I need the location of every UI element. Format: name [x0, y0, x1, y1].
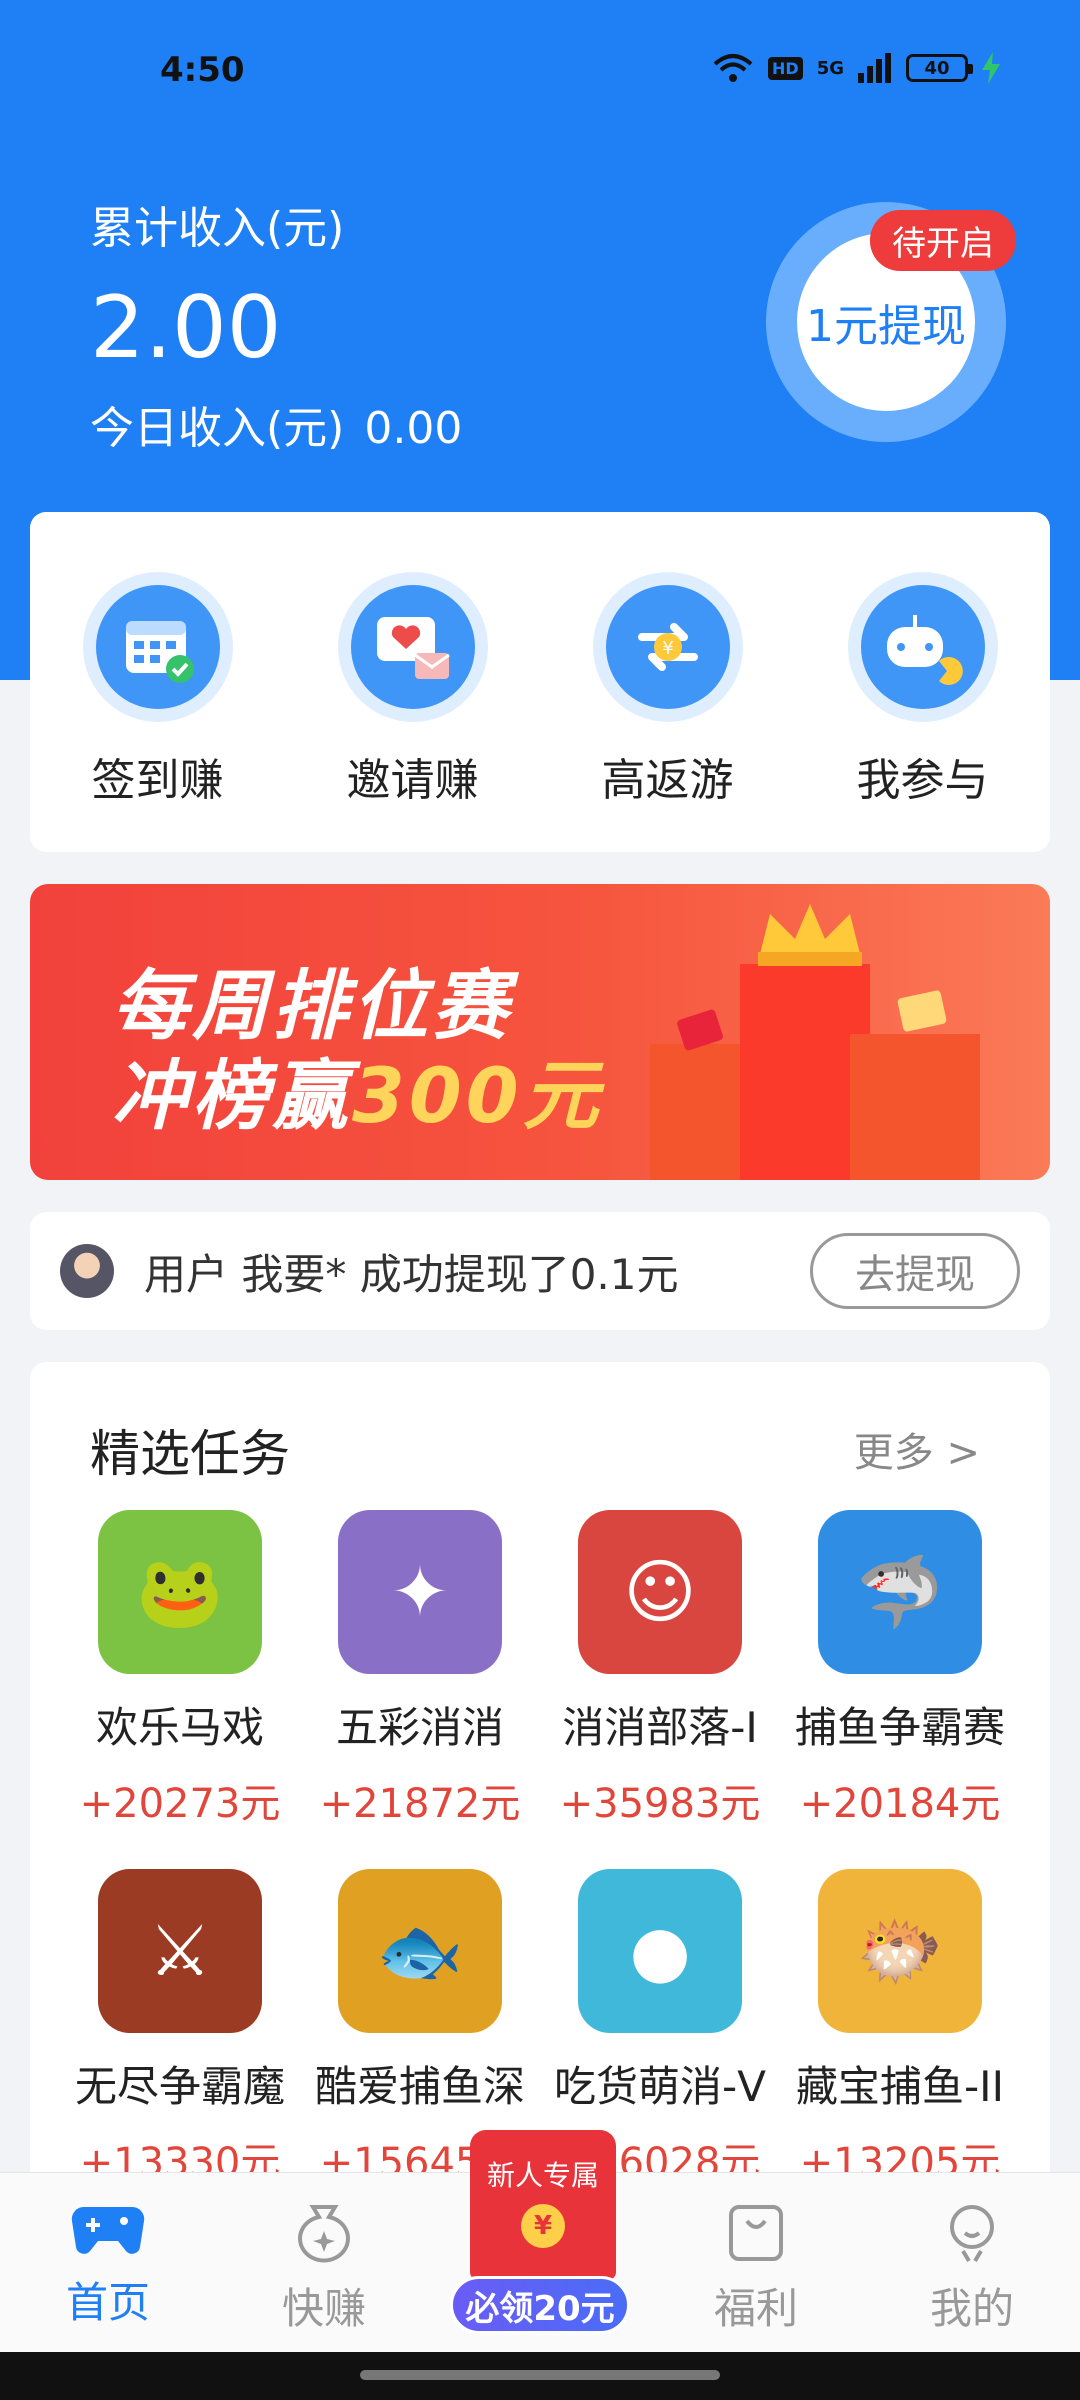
go-withdraw-button[interactable]: 去提现 [810, 1233, 1020, 1309]
section-title: 精选任务 [90, 1425, 290, 1483]
podium-crown-icon [650, 904, 980, 1180]
task-name: 酷爱捕鱼深 [314, 2062, 525, 2111]
nav-quick-earn[interactable]: 快赚 [244, 2199, 404, 2336]
task-reward: +21872元 [319, 1781, 521, 1827]
quick-action-participated[interactable]: 我参与 [823, 572, 1023, 852]
task-item[interactable]: 🐸 欢乐马戏 +20273元 [60, 1510, 300, 1829]
task-name: 捕鱼争霸赛 [794, 1703, 1005, 1752]
task-reward: +35983元 [559, 1781, 761, 1827]
game-robot-icon [847, 572, 998, 722]
avatar [60, 1244, 114, 1298]
nav-home[interactable]: 首页 [28, 2199, 188, 2330]
total-income-value: 2.00 [90, 278, 282, 378]
frog-game-icon: 🐸 [98, 1510, 262, 1674]
task-item[interactable]: ⚔ 无尽争霸魔 +13330元 [60, 1869, 300, 2188]
today-income-value: 0.00 [364, 403, 463, 454]
exchange-yuan-icon: ¥ [592, 572, 743, 722]
quick-action-label: 我参与 [856, 755, 989, 806]
task-item[interactable]: ☺ 消消部落-I +35983元 [540, 1510, 780, 1829]
more-link[interactable]: 更多 > [854, 1420, 980, 1478]
quick-action-invite[interactable]: 邀请赚 [313, 572, 513, 852]
task-reward: +20273元 [79, 1781, 281, 1827]
task-item[interactable]: 🦈 捕鱼争霸赛 +20184元 [780, 1510, 1020, 1829]
nav-label: 我的 [929, 2284, 1014, 2333]
task-name: 消消部落-I [562, 1703, 758, 1752]
treasure-fish-game-icon: 🐡 [818, 1869, 982, 2033]
quick-action-high-return[interactable]: ¥ 高返游 [568, 572, 768, 852]
calendar-check-icon [82, 572, 233, 722]
featured-tasks-card: 精选任务 更多 > 🐸 欢乐马戏 +20273元 ✦ 五彩消消 +21872元 … [30, 1362, 1050, 2262]
money-bag-icon [298, 2205, 350, 2263]
quick-actions-card: 签到赚 邀请赚 ¥ 高返游 我参与 [30, 512, 1050, 852]
shark-game-icon: 🦈 [818, 1510, 982, 1674]
task-item[interactable]: 🐡 藏宝捕鱼-II +13205元 [780, 1869, 1020, 2188]
task-name: 五彩消消 [335, 1703, 504, 1752]
tribe-girl-game-icon: ☺ [578, 1510, 742, 1674]
fantasy-girl-game-icon: ✦ [338, 1510, 502, 1674]
nav-label: 福利 [713, 2284, 798, 2333]
withdraw-ticker: 用户 我要* 成功提现了0.1元 去提现 [30, 1212, 1050, 1330]
red-envelope-icon: 新人专属 ¥ [470, 2130, 616, 2280]
quick-action-label: 签到赚 [91, 755, 224, 806]
gamepad-icon [71, 2206, 145, 2254]
newbie-red-envelope[interactable]: 新人专属 ¥ 必领20元 [450, 2130, 630, 2340]
cute-match-game-icon: ● [578, 1869, 742, 2033]
task-name: 吃货萌消-V [554, 2062, 766, 2111]
task-name: 藏宝捕鱼-II [796, 2062, 1004, 2111]
task-name: 无尽争霸魔 [74, 2062, 285, 2111]
wifi-icon [713, 54, 753, 82]
gesture-handle[interactable] [360, 2370, 720, 2380]
gift-box-icon [729, 2205, 783, 2261]
nav-mine[interactable]: 我的 [892, 2199, 1052, 2336]
task-item[interactable]: ✦ 五彩消消 +21872元 [300, 1510, 540, 1829]
task-reward: +20184元 [799, 1781, 1001, 1827]
quick-action-checkin[interactable]: 签到赚 [58, 572, 258, 852]
task-name: 欢乐马戏 [95, 1703, 264, 1752]
quick-action-label: 邀请赚 [346, 755, 479, 806]
signal-bars-icon [858, 53, 891, 83]
battery-icon: 40 [906, 54, 973, 82]
charging-icon [982, 52, 1000, 84]
svg-text:¥: ¥ [662, 638, 673, 659]
promo-title: 新人专属 [486, 2159, 599, 2192]
banner-subtitle-prefix: 冲榜赢 [112, 1051, 352, 1140]
nav-label: 快赚 [281, 2284, 366, 2333]
weekly-ranking-banner[interactable]: 每周排位赛 冲榜赢300元 [30, 884, 1050, 1180]
warrior-game-icon: ⚔ [98, 1869, 262, 2033]
quick-action-label: 高返游 [601, 755, 734, 806]
total-income-label: 累计收入(元) [90, 203, 345, 254]
today-income: 今日收入(元) 0.00 [90, 392, 462, 456]
nav-welfare[interactable]: 福利 [676, 2199, 836, 2336]
today-income-label: 今日收入(元) [90, 403, 345, 454]
profile-icon [950, 2205, 994, 2263]
nav-label: 首页 [65, 2278, 150, 2327]
promo-pill: 必领20元 [450, 2276, 630, 2334]
signal-5g-icon: 5G [816, 57, 844, 79]
deep-sea-game-icon: 🐟 [338, 1869, 502, 2033]
status-time: 4:50 [160, 50, 245, 90]
yuan-coin-icon: ¥ [521, 2204, 565, 2248]
ticker-text: 用户 我要* 成功提现了0.1元 [144, 1249, 679, 1299]
banner-amount: 300元 [352, 1051, 603, 1140]
status-icons: HD 5G 40 [712, 52, 1000, 84]
battery-level: 40 [924, 57, 950, 79]
status-bar: 4:50 HD 5G 40 [0, 0, 1080, 140]
invite-message-icon [337, 572, 488, 722]
hd-badge: HD [768, 56, 803, 80]
withdraw-label: 1元提现 [806, 301, 966, 352]
pending-badge: 待开启 [870, 210, 1016, 271]
task-grid: 🐸 欢乐马戏 +20273元 ✦ 五彩消消 +21872元 ☺ 消消部落-I +… [30, 1510, 1050, 2188]
banner-subtitle: 冲榜赢300元 [112, 1034, 603, 1144]
